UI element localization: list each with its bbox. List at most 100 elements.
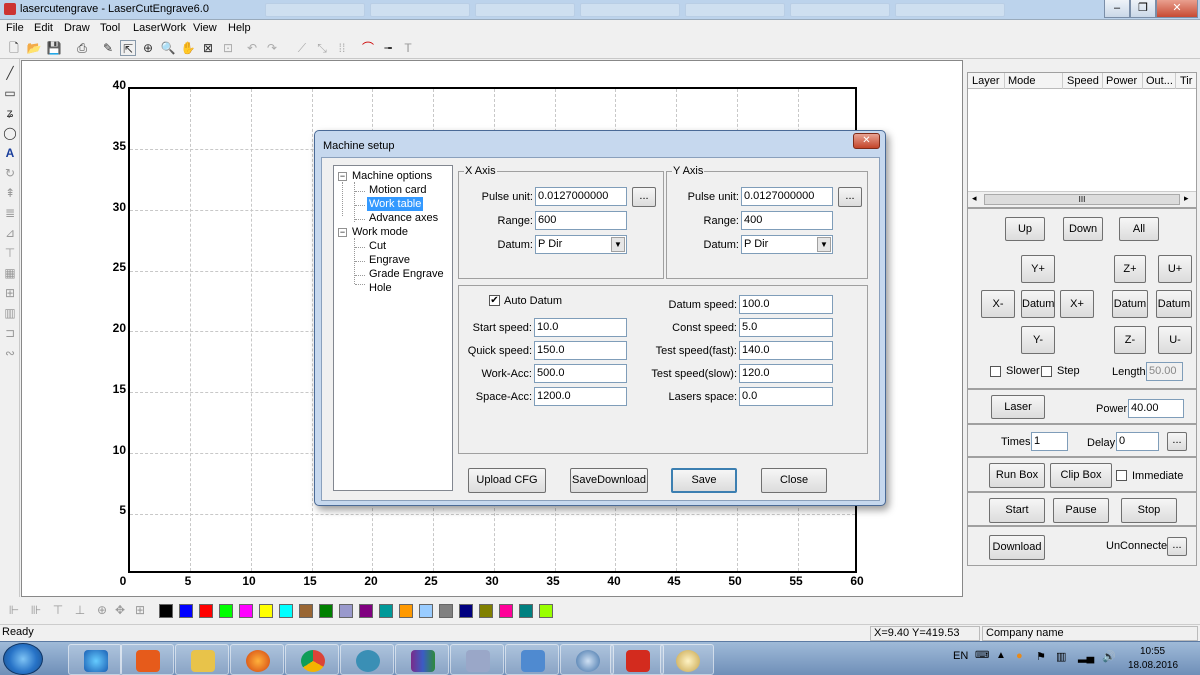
clock-date[interactable]: 18.08.2016 <box>1128 660 1178 671</box>
color-swatch[interactable] <box>199 604 213 618</box>
work-acc-field[interactable]: 500.0 <box>534 364 627 383</box>
taskbar-firefox[interactable] <box>230 644 284 675</box>
start-button[interactable]: Start <box>989 498 1045 523</box>
cut-line-icon[interactable]: ╼ <box>380 40 396 56</box>
mirror-tool-icon[interactable]: ⇞ <box>2 185 18 201</box>
tray-app-icon[interactable]: ● <box>1016 650 1023 662</box>
menu-tool[interactable]: Tool <box>100 22 120 34</box>
power-field[interactable]: 40.00 <box>1128 399 1184 418</box>
collapse-icon[interactable]: − <box>338 172 347 181</box>
z-minus-button[interactable]: Z- <box>1114 326 1146 354</box>
smooth-curve-icon[interactable]: ∾ <box>2 345 18 361</box>
tree-work-mode[interactable]: Work mode <box>352 226 408 238</box>
space-acc-field[interactable]: 1200.0 <box>534 387 627 406</box>
u-datum-button[interactable]: Datum <box>1156 290 1192 318</box>
redo-icon[interactable]: ↷ <box>264 40 280 56</box>
tray-arrow-icon[interactable]: ▲ <box>996 650 1006 661</box>
line-tool-icon[interactable]: ╱ <box>2 65 18 81</box>
scroll-left-icon[interactable]: ◂ <box>972 193 977 204</box>
color-swatch[interactable] <box>419 604 433 618</box>
color-swatch[interactable] <box>439 604 453 618</box>
menu-view[interactable]: View <box>193 22 217 34</box>
x-plus-button[interactable]: X+ <box>1060 290 1094 318</box>
maximize-button[interactable]: ❐ <box>1130 0 1156 18</box>
tree-cut[interactable]: Cut <box>369 240 386 252</box>
times-field[interactable]: 1 <box>1031 432 1068 451</box>
color-swatch[interactable] <box>299 604 313 618</box>
rectangle-tool-icon[interactable]: ▭ <box>2 85 18 101</box>
pan-hand-icon[interactable]: ✋ <box>180 40 196 56</box>
grid-tool-icon[interactable]: ⊞ <box>2 285 18 301</box>
stop-button[interactable]: Stop <box>1121 498 1177 523</box>
column-header[interactable]: Power <box>1106 75 1137 87</box>
color-swatch[interactable] <box>379 604 393 618</box>
fit-page-icon[interactable]: ⊠ <box>200 40 216 56</box>
taskbar-laser-app[interactable] <box>505 644 559 675</box>
align-center-icon[interactable]: ⊕ <box>94 602 110 618</box>
tree-grade-engrave[interactable]: Grade Engrave <box>369 268 444 280</box>
volume-icon[interactable]: 🔊 <box>1102 650 1116 663</box>
tree-engrave[interactable]: Engrave <box>369 254 410 266</box>
column-header[interactable]: Speed <box>1067 75 1099 87</box>
select-arrow-icon[interactable]: ⇱ <box>120 40 136 56</box>
align-left-icon[interactable]: ⊩ <box>6 602 22 618</box>
step-checkbox[interactable] <box>1041 366 1052 377</box>
test-speed-slow-field[interactable]: 120.0 <box>739 364 833 383</box>
y-plus-button[interactable]: Y+ <box>1021 255 1055 283</box>
up-button[interactable]: Up <box>1005 217 1045 241</box>
collapse-icon[interactable]: − <box>338 228 347 237</box>
settings-tree[interactable]: − Machine options Motion card Work table… <box>333 165 453 491</box>
align-grid-icon[interactable]: ⊞ <box>132 602 148 618</box>
clip-box-button[interactable]: Clip Box <box>1050 463 1112 488</box>
lasers-space-field[interactable]: 0.0 <box>739 387 833 406</box>
array-tool-icon[interactable]: ▦ <box>2 265 18 281</box>
minimize-button[interactable]: – <box>1104 0 1130 18</box>
tree-advance-axes[interactable]: Advance axes <box>369 212 438 224</box>
upload-cfg-button[interactable]: Upload CFG <box>468 468 546 493</box>
connection-more-button[interactable]: ... <box>1167 537 1187 556</box>
datum-speed-field[interactable]: 100.0 <box>739 295 833 314</box>
delay-field[interactable]: 0 <box>1116 432 1159 451</box>
color-swatch[interactable] <box>319 604 333 618</box>
color-swatch[interactable] <box>239 604 253 618</box>
dropdown-arrow-icon[interactable]: ▼ <box>817 237 831 252</box>
clock-time[interactable]: 10:55 <box>1140 646 1165 657</box>
taskbar-pdf[interactable] <box>610 644 664 675</box>
align-tool-icon[interactable]: ≣ <box>2 205 18 221</box>
color-swatch[interactable] <box>339 604 353 618</box>
taskbar-tool[interactable] <box>560 644 614 675</box>
color-swatch[interactable] <box>479 604 493 618</box>
align-middle-icon[interactable]: ✥ <box>112 602 128 618</box>
y-pulse-more-button[interactable]: ... <box>838 187 862 207</box>
menu-file[interactable]: File <box>6 22 24 34</box>
keyboard-icon[interactable]: ⌨ <box>975 650 989 661</box>
auto-datum-checkbox[interactable]: ✔ <box>489 295 500 306</box>
network-icon[interactable]: ▥ <box>1056 650 1066 663</box>
close-button[interactable]: Close <box>761 468 827 493</box>
menu-edit[interactable]: Edit <box>34 22 53 34</box>
open-folder-icon[interactable]: 📂 <box>26 40 42 56</box>
signal-icon[interactable]: ▂▄ <box>1078 650 1094 663</box>
zoom-in-icon[interactable]: ⊕ <box>140 40 156 56</box>
length-field[interactable]: 50.00 <box>1146 362 1183 381</box>
menu-draw[interactable]: Draw <box>64 22 90 34</box>
run-box-button[interactable]: Run Box <box>989 463 1045 488</box>
menu-help[interactable]: Help <box>228 22 251 34</box>
quick-speed-field[interactable]: 150.0 <box>534 341 627 360</box>
tree-machine-options[interactable]: Machine options <box>352 170 432 182</box>
down-button[interactable]: Down <box>1063 217 1103 241</box>
new-file-icon[interactable]: 🗋 <box>6 40 22 56</box>
column-header[interactable]: Tir <box>1180 75 1192 87</box>
u-plus-button[interactable]: U+ <box>1158 255 1192 283</box>
taskbar-autocad[interactable] <box>450 644 504 675</box>
color-swatch[interactable] <box>259 604 273 618</box>
x-datum-select[interactable]: P Dir ▼ <box>535 235 627 254</box>
scroll-right-icon[interactable]: ▸ <box>1184 193 1189 204</box>
download-button[interactable]: Download <box>989 535 1045 560</box>
layer-table[interactable]: Layer Mode Speed Power Out... Tir ◂ III … <box>967 72 1197 208</box>
y-datum-select[interactable]: P Dir ▼ <box>741 235 833 254</box>
rotate-tool-icon[interactable]: ↻ <box>2 165 18 181</box>
tree-motion-card[interactable]: Motion card <box>369 184 426 196</box>
column-header[interactable]: Out... <box>1146 75 1173 87</box>
line-node-icon[interactable]: ⤡ <box>314 40 330 56</box>
